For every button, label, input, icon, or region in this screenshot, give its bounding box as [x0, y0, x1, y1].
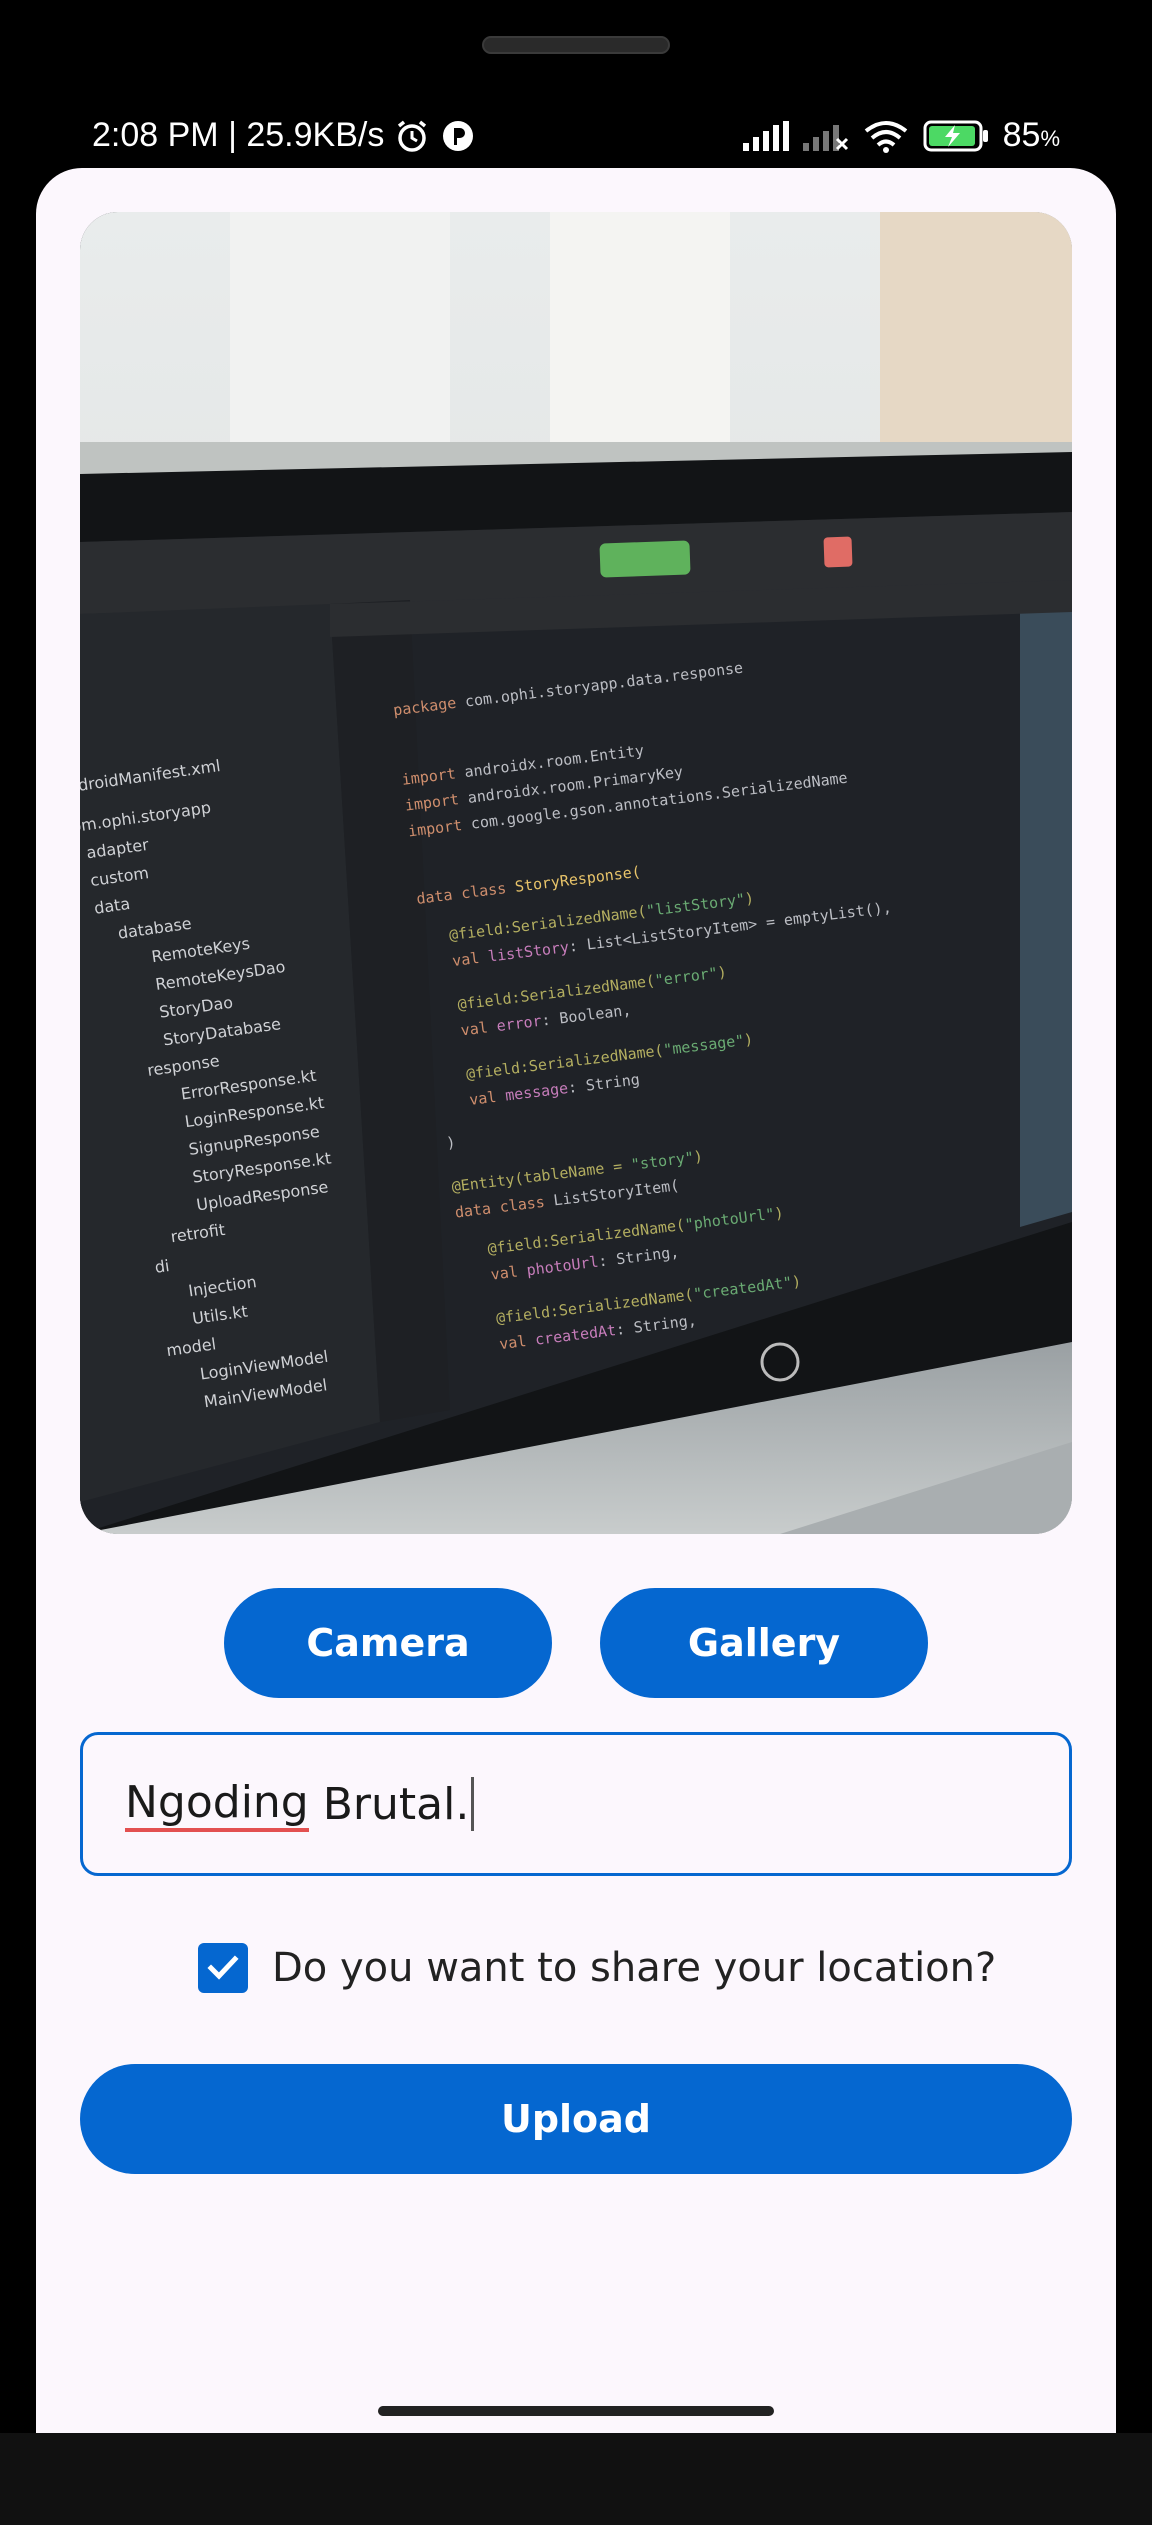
speaker-grille [482, 36, 670, 54]
status-right: 85% [742, 116, 1060, 155]
upload-screen: package com.ophi.storyapp.data.response … [36, 168, 1116, 2433]
description-value: Ngoding Brutal. [125, 1777, 475, 1832]
signal-icon [742, 120, 789, 151]
checkmark-icon [207, 1955, 239, 1980]
laptop-photo-illustration: package com.ophi.storyapp.data.response … [80, 212, 1072, 1534]
alarm-icon [398, 120, 427, 152]
description-word-misspelled: Ngoding [125, 1777, 309, 1832]
battery-value: 85 [1002, 116, 1041, 154]
status-bar: 2:08 PM | 25.9KB/s 85% [0, 108, 1152, 174]
device-bottom-bezel [0, 2433, 1152, 2525]
description-word-rest: Brutal. [308, 1778, 470, 1830]
share-location-label: Do you want to share your location? [272, 1945, 997, 1991]
camera-button[interactable]: Camera [224, 1588, 552, 1698]
signal-no-service-icon [802, 124, 848, 151]
gallery-button[interactable]: Gallery [600, 1588, 928, 1698]
share-location-row[interactable]: Do you want to share your location? [198, 1940, 996, 1996]
battery-unit: % [1040, 126, 1060, 151]
battery-percent: 85% [1003, 116, 1060, 155]
gesture-nav-handle[interactable] [378, 2406, 774, 2416]
photo-preview: package com.ophi.storyapp.data.response … [80, 212, 1072, 1534]
description-input[interactable]: Ngoding Brutal. [80, 1732, 1072, 1876]
app-indicator-icon [443, 120, 474, 151]
text-cursor [471, 1777, 475, 1831]
phone-frame: 2:08 PM | 25.9KB/s 85% package com.ophi.… [0, 0, 1152, 2525]
battery-charging-icon [923, 120, 988, 151]
upload-button[interactable]: Upload [80, 2064, 1072, 2174]
wifi-icon [864, 120, 907, 153]
share-location-checkbox[interactable] [198, 1943, 248, 1993]
status-left: 2:08 PM | 25.9KB/s [92, 116, 476, 155]
status-time: 2:08 PM | 25.9KB/s [92, 116, 385, 154]
svg-text:di: di [153, 1256, 170, 1277]
